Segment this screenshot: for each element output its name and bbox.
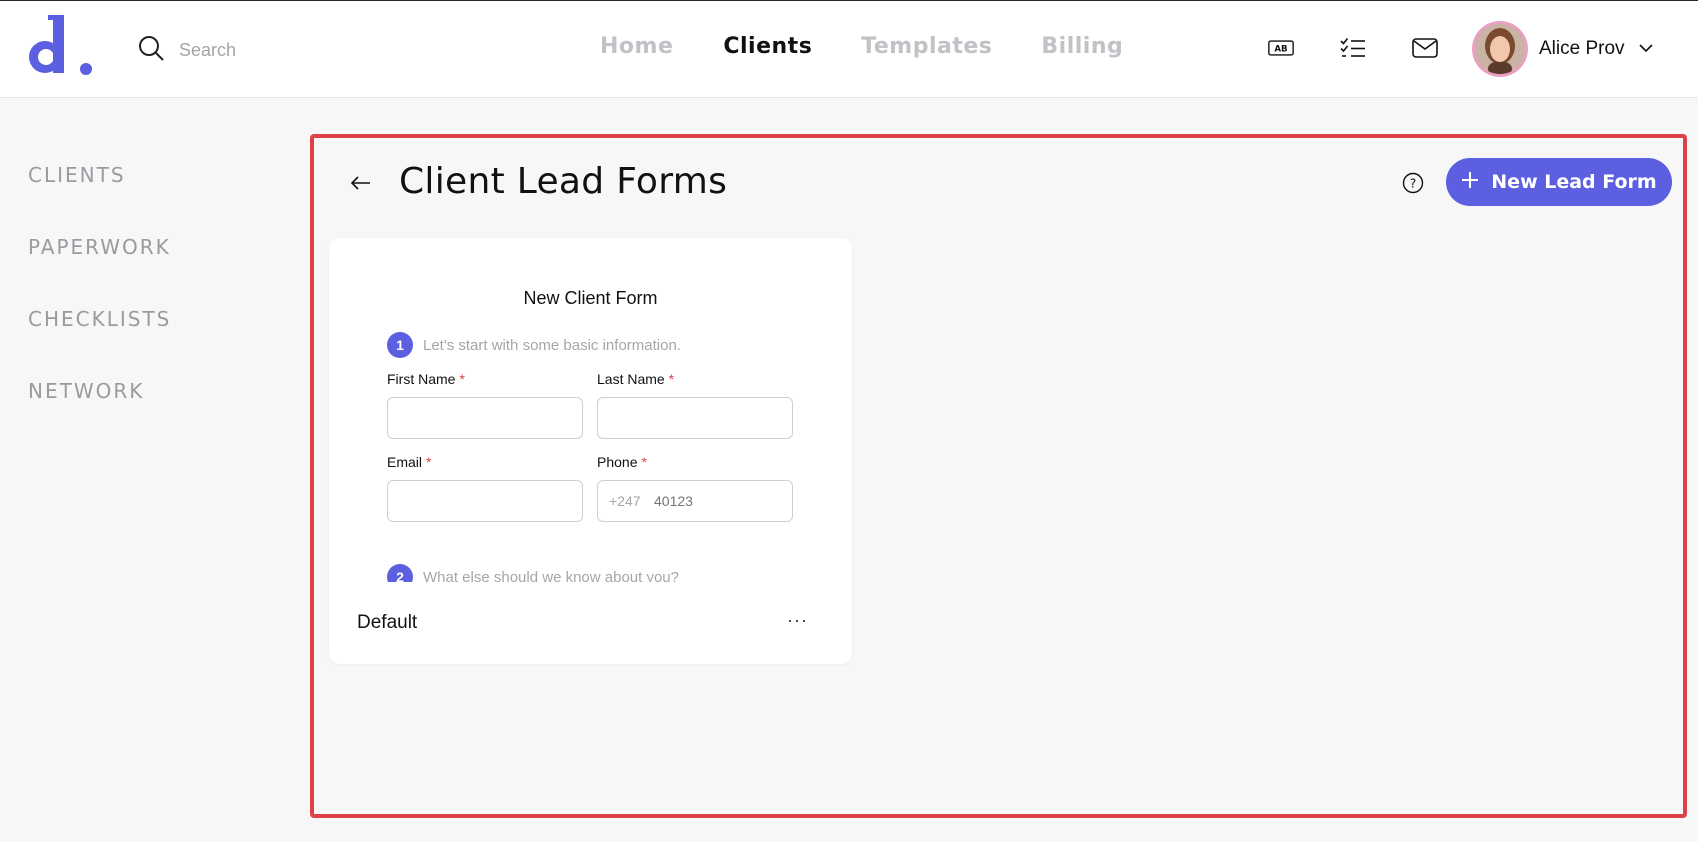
help-icon[interactable]: ? [1402,172,1424,194]
phone-label: Phone * [597,454,647,470]
first-name-field[interactable] [387,397,583,439]
new-lead-form-label: New Lead Form [1491,171,1657,193]
sidebar-item-clients[interactable]: CLIENTS [28,163,171,187]
user-menu[interactable]: Alice Prov [1472,21,1653,77]
form-preview: New Client Form 1 Let's start with some … [329,238,852,582]
new-lead-form-button[interactable]: New Lead Form [1446,158,1672,206]
logo[interactable] [26,11,96,81]
phone-country-code[interactable]: +247 [609,493,641,509]
more-options-icon[interactable]: ··· [787,610,808,631]
sidebar: CLIENTS PAPERWORK CHECKLISTS NETWORK [28,163,171,451]
main-nav: Home Clients Templates Billing [600,34,1123,59]
sidebar-item-network[interactable]: NETWORK [28,379,171,403]
back-arrow-icon[interactable] [347,169,375,197]
search-input[interactable] [179,40,379,61]
email-label: Email * [387,454,432,470]
page-title: Client Lead Forms [399,161,728,202]
avatar[interactable] [1472,21,1528,77]
logo-icon [29,15,92,75]
svg-text:AB: AB [1274,44,1287,54]
email-field[interactable] [387,480,583,522]
user-name: Alice Prov [1539,38,1625,59]
checklist-icon[interactable] [1340,37,1366,59]
mail-icon[interactable] [1412,37,1438,59]
top-header: Home Clients Templates Billing AB [0,0,1698,98]
first-name-label: First Name * [387,371,465,387]
avatar-image [1475,24,1525,74]
step-1-text: Let's start with some basic information. [423,336,681,354]
form-step-1: 1 Let's start with some basic informatio… [387,332,681,358]
lead-form-card[interactable]: New Client Form 1 Let's start with some … [329,238,852,664]
nav-templates[interactable]: Templates [861,34,992,59]
sidebar-item-paperwork[interactable]: PAPERWORK [28,235,171,259]
lead-forms-panel: Client Lead Forms ? New Lead Form New Cl… [310,134,1687,818]
nav-billing[interactable]: Billing [1041,34,1123,59]
form-preview-title: New Client Form [523,288,658,308]
form-step-2: 2 What else should we know about you? [387,564,679,582]
last-name-field[interactable] [597,397,793,439]
step-number-badge: 1 [387,332,413,358]
step-number-badge: 2 [387,564,413,582]
plus-icon [1461,171,1479,194]
search-bar [137,34,379,67]
search-icon[interactable] [137,34,165,67]
sidebar-item-checklists[interactable]: CHECKLISTS [28,307,171,331]
nav-clients[interactable]: Clients [723,34,812,59]
nav-home[interactable]: Home [600,34,673,59]
chevron-down-icon[interactable] [1638,40,1653,58]
form-name: Default [357,612,418,633]
svg-text:?: ? [1410,177,1416,191]
step-2-text: What else should we know about you? [423,568,679,583]
ab-badge-icon[interactable]: AB [1268,37,1294,59]
last-name-label: Last Name * [597,371,675,387]
header-actions: AB [1268,37,1438,59]
